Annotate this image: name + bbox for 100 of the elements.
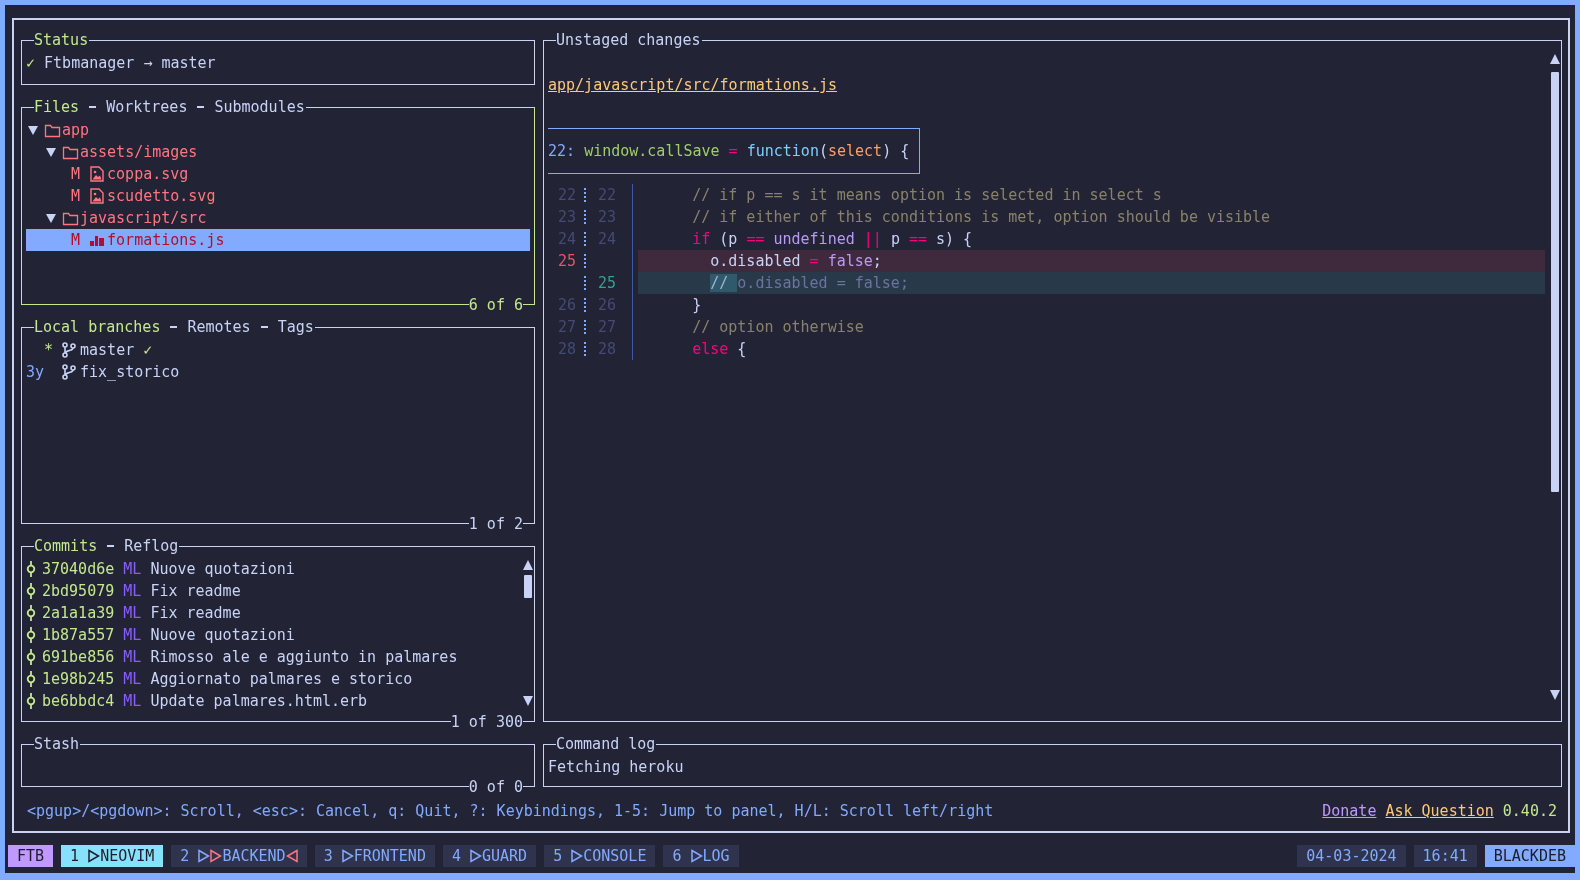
commit-hash: 1b87a557 — [42, 625, 115, 646]
commit-hash: 2bd95079 — [42, 581, 115, 602]
file-path-link[interactable]: app/javascript/src/formations.js — [548, 74, 837, 96]
old-line-number: 24 — [558, 229, 576, 250]
new-line-number: 28 — [598, 339, 616, 360]
panel-tab[interactable]: Submodules — [214, 96, 305, 118]
version-label: 0.40.2 — [1502, 801, 1557, 822]
panel-tab[interactable]: Reflog — [124, 535, 179, 557]
scrollbar[interactable] — [523, 560, 533, 706]
play-icon — [198, 849, 211, 863]
branch-icon — [62, 364, 77, 380]
panel-tab[interactable]: Unstaged changes — [556, 29, 701, 51]
commit-author: ML — [123, 559, 142, 580]
code-line: } — [691, 295, 703, 316]
date-label: 04-03-2024 — [1297, 845, 1406, 867]
log-line: Fetching heroku — [548, 757, 685, 778]
new-line-number: 24 — [598, 229, 616, 250]
commit-icon — [26, 649, 36, 665]
old-line-number: 23 — [558, 207, 576, 228]
new-line-number: 25 — [598, 273, 616, 294]
commit-hash: 37040d6e — [42, 559, 115, 580]
alert-right-icon — [285, 849, 298, 863]
commit-message: Aggiornato palmares e storico — [150, 669, 413, 690]
commit-message: Nuove quotazioni — [150, 625, 295, 646]
play-icon — [571, 849, 584, 863]
panel-tab[interactable]: Status — [34, 29, 89, 51]
commit-icon — [26, 561, 36, 577]
time-label: 16:41 — [1413, 845, 1477, 867]
file-tree-row[interactable]: M coppa.svg — [26, 163, 530, 185]
folder-icon — [44, 122, 61, 138]
panel-tab[interactable]: Command log — [556, 733, 656, 755]
collapse-arrow-icon — [45, 211, 57, 225]
panel-tab[interactable]: Stash — [34, 733, 80, 755]
window-tab[interactable]: 6 LOG — [663, 845, 739, 867]
commit-icon — [26, 605, 36, 621]
branch-name[interactable]: master — [80, 339, 135, 361]
alert-left-icon — [210, 849, 223, 863]
code-line: // option otherwise — [691, 317, 865, 338]
old-line-number: 25 — [558, 251, 576, 272]
file-tree-row[interactable]: app — [26, 119, 530, 141]
image-file-icon — [89, 188, 106, 204]
play-icon — [341, 849, 354, 863]
commit-author: ML — [123, 669, 142, 690]
commit-icon — [26, 627, 36, 643]
panel-tab[interactable]: Commits — [34, 535, 98, 557]
commit-hash: be6bbdc4 — [42, 691, 115, 712]
host-name: BLACKDEB — [1484, 845, 1575, 867]
commit-message: Rimosso ale e aggiunto in palmares — [150, 647, 458, 668]
hunk-code: window.callSave = function(select) { — [584, 142, 910, 160]
image-file-icon — [89, 166, 106, 182]
branch-name[interactable]: fix_storico — [80, 361, 180, 383]
collapse-arrow-icon — [45, 145, 57, 159]
repo-branch-label: Ftbmanager → master — [44, 54, 216, 72]
status-check: ✓ — [26, 54, 36, 72]
file-status: M — [71, 186, 81, 207]
commit-icon — [26, 693, 36, 709]
branch-check: ✓ — [143, 340, 153, 361]
commit-icon — [26, 671, 36, 687]
commit-message: Update palmares.html.erb — [150, 691, 368, 712]
panel-tab[interactable]: Remotes — [187, 316, 251, 338]
play-icon — [690, 849, 703, 863]
new-line-number: 27 — [598, 317, 616, 338]
commit-icon — [26, 583, 36, 599]
old-line-number: 28 — [558, 339, 576, 360]
footer-link[interactable]: Ask Question — [1385, 800, 1494, 822]
panel-tab[interactable]: Files — [34, 96, 80, 118]
file-status: M — [71, 230, 81, 251]
window-tab[interactable]: 1 NEOVIM — [61, 845, 164, 867]
old-line-number: 27 — [558, 317, 576, 338]
window-tab[interactable]: 4 GUARD — [442, 845, 537, 867]
file-tree-row[interactable]: M scudetto.svg — [26, 185, 530, 207]
commit-author: ML — [123, 625, 142, 646]
collapse-arrow-icon — [27, 123, 39, 137]
keybinding-hints: <pgup>/<pgdown>: Scroll, <esc>: Cancel, q: Quit, ?: Keybindings, 1-5: Jump to panel, H/L: Scroll left/right — [27, 801, 994, 822]
commit-author: ML — [123, 647, 142, 668]
file-name: scudetto.svg — [107, 186, 216, 207]
commit-author: ML — [123, 691, 142, 712]
footer-link[interactable]: Donate — [1322, 800, 1377, 822]
file-tree-row[interactable]: javascript/src — [26, 207, 530, 229]
panel-tab[interactable]: Local branches — [34, 316, 161, 338]
scrollbar[interactable] — [1550, 54, 1560, 700]
commit-hash: 691be856 — [42, 647, 115, 668]
file-tree-row[interactable]: assets/images — [26, 141, 530, 163]
panel-tab[interactable]: Tags — [277, 316, 314, 338]
new-line-number: 26 — [598, 295, 616, 316]
branch-marker: * — [42, 340, 53, 361]
window-tab[interactable]: 2 BACKEND — [171, 845, 307, 867]
commit-hash: 2a1a1a39 — [42, 603, 115, 624]
file-status: M — [71, 164, 81, 185]
window-tab[interactable]: 5 CONSOLE — [544, 845, 656, 867]
file-name: formations.js — [107, 230, 225, 251]
code-line: // if p == s it means option is selected in select s — [691, 185, 1163, 206]
branch-icon — [62, 342, 77, 358]
commit-author: ML — [123, 603, 142, 624]
panel-tab[interactable]: Worktrees — [106, 96, 188, 118]
code-line: if (p == undefined || p == s) { — [691, 229, 974, 250]
commit-message: Fix readme — [150, 581, 241, 602]
folder-icon — [62, 210, 79, 226]
window-tab[interactable]: 3 FRONTEND — [314, 845, 435, 867]
commit-hash: 1e98b245 — [42, 669, 115, 690]
